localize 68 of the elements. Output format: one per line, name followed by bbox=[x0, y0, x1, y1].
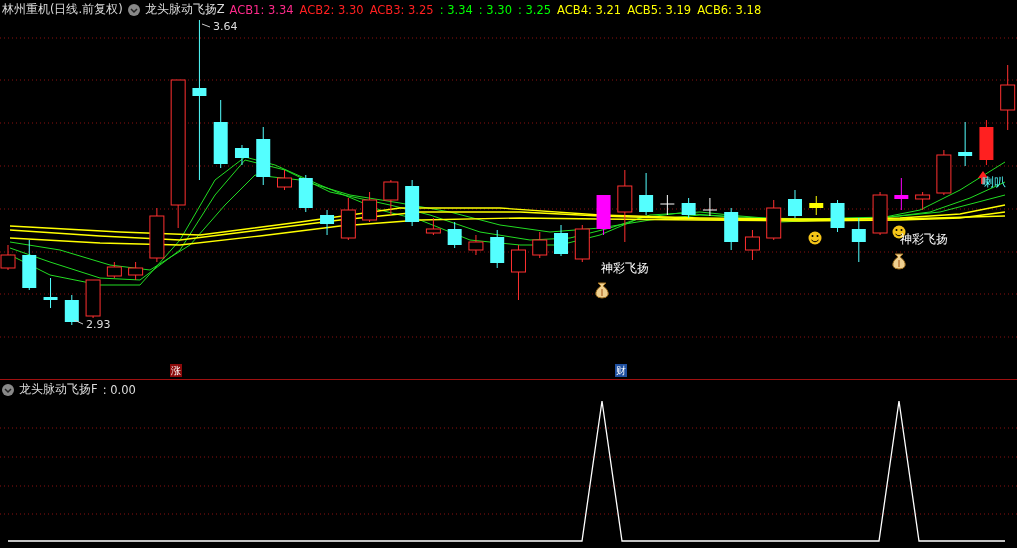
candlestick bbox=[639, 172, 654, 216]
indicator-value: ACB2: 3.30 bbox=[299, 2, 364, 17]
money-bag-icon bbox=[892, 253, 906, 270]
indicator-value: : 3.25 bbox=[517, 2, 552, 17]
candlestick bbox=[85, 279, 101, 319]
signal-annotation: 喇叭 bbox=[982, 175, 1006, 189]
candlestick bbox=[256, 126, 271, 186]
candlestick bbox=[128, 261, 144, 281]
money-bag-icon bbox=[595, 282, 609, 299]
signal-marker: 财 bbox=[615, 364, 627, 377]
candlestick bbox=[64, 294, 79, 326]
candlestick bbox=[405, 179, 420, 227]
candlestick bbox=[532, 231, 548, 259]
candlestick bbox=[277, 169, 292, 191]
indicator-name: 龙头脉动飞扬F bbox=[19, 382, 98, 397]
candlestick bbox=[574, 224, 590, 263]
candlestick bbox=[383, 179, 399, 216]
indicator-value: ACB6: 3.18 bbox=[697, 2, 762, 17]
candlestick bbox=[830, 199, 845, 233]
dropdown-icon[interactable] bbox=[2, 383, 14, 396]
candlestick bbox=[106, 261, 122, 279]
dropdown-icon[interactable] bbox=[127, 3, 140, 16]
candlestick bbox=[298, 174, 313, 213]
stock-title: 林州重机(日线.前复权) bbox=[2, 2, 123, 17]
candlestick bbox=[447, 221, 462, 249]
indicator-value: ACB4: 3.21 bbox=[557, 2, 622, 17]
candlestick bbox=[915, 191, 931, 211]
candlestick bbox=[872, 191, 888, 236]
indicator-value: ACB1: 3.34 bbox=[229, 2, 294, 17]
signal-marker: 涨 bbox=[170, 364, 182, 377]
candlestick bbox=[43, 277, 58, 309]
candlestick bbox=[724, 207, 739, 251]
smiley-icon bbox=[808, 231, 822, 245]
signal-annotation: 神彩飞扬 bbox=[601, 261, 649, 275]
candlestick bbox=[659, 194, 675, 216]
candlestick bbox=[851, 217, 866, 263]
candlestick bbox=[362, 191, 378, 223]
high-price-label: 3.64 bbox=[201, 20, 238, 33]
candlestick bbox=[681, 197, 696, 219]
candlestick bbox=[234, 144, 249, 166]
candlestick bbox=[744, 229, 760, 261]
candlestick bbox=[936, 149, 952, 196]
candlestick bbox=[766, 199, 782, 241]
indicator-value: : 3.34 bbox=[439, 2, 473, 17]
candlestick bbox=[511, 244, 526, 301]
candlestick bbox=[149, 207, 165, 263]
candlestick bbox=[340, 197, 356, 241]
low-price-label: 2.93 bbox=[73, 318, 111, 331]
candlestick bbox=[490, 229, 505, 269]
indicator-value: ACB3: 3.25 bbox=[369, 2, 434, 17]
candlestick bbox=[320, 209, 335, 236]
indicator-name: 龙头脉动飞扬Z bbox=[144, 2, 225, 17]
candlestick bbox=[468, 234, 484, 256]
candlestick bbox=[958, 121, 973, 167]
signal-annotation: 神彩飞扬 bbox=[900, 232, 948, 246]
candlestick bbox=[702, 197, 718, 217]
candlestick bbox=[979, 119, 994, 166]
candlestick bbox=[894, 177, 909, 211]
candlestick bbox=[425, 217, 441, 236]
candlestick bbox=[809, 195, 824, 216]
candlestick bbox=[596, 194, 611, 236]
candlestick bbox=[213, 99, 228, 169]
indicator-value: ACB5: 3.19 bbox=[627, 2, 692, 17]
candlestick bbox=[554, 224, 568, 257]
candlestick bbox=[788, 189, 802, 219]
candlestick bbox=[22, 239, 37, 291]
indicator-value: : 0.00 bbox=[102, 382, 136, 397]
indicator-value: : 3.30 bbox=[478, 2, 512, 17]
